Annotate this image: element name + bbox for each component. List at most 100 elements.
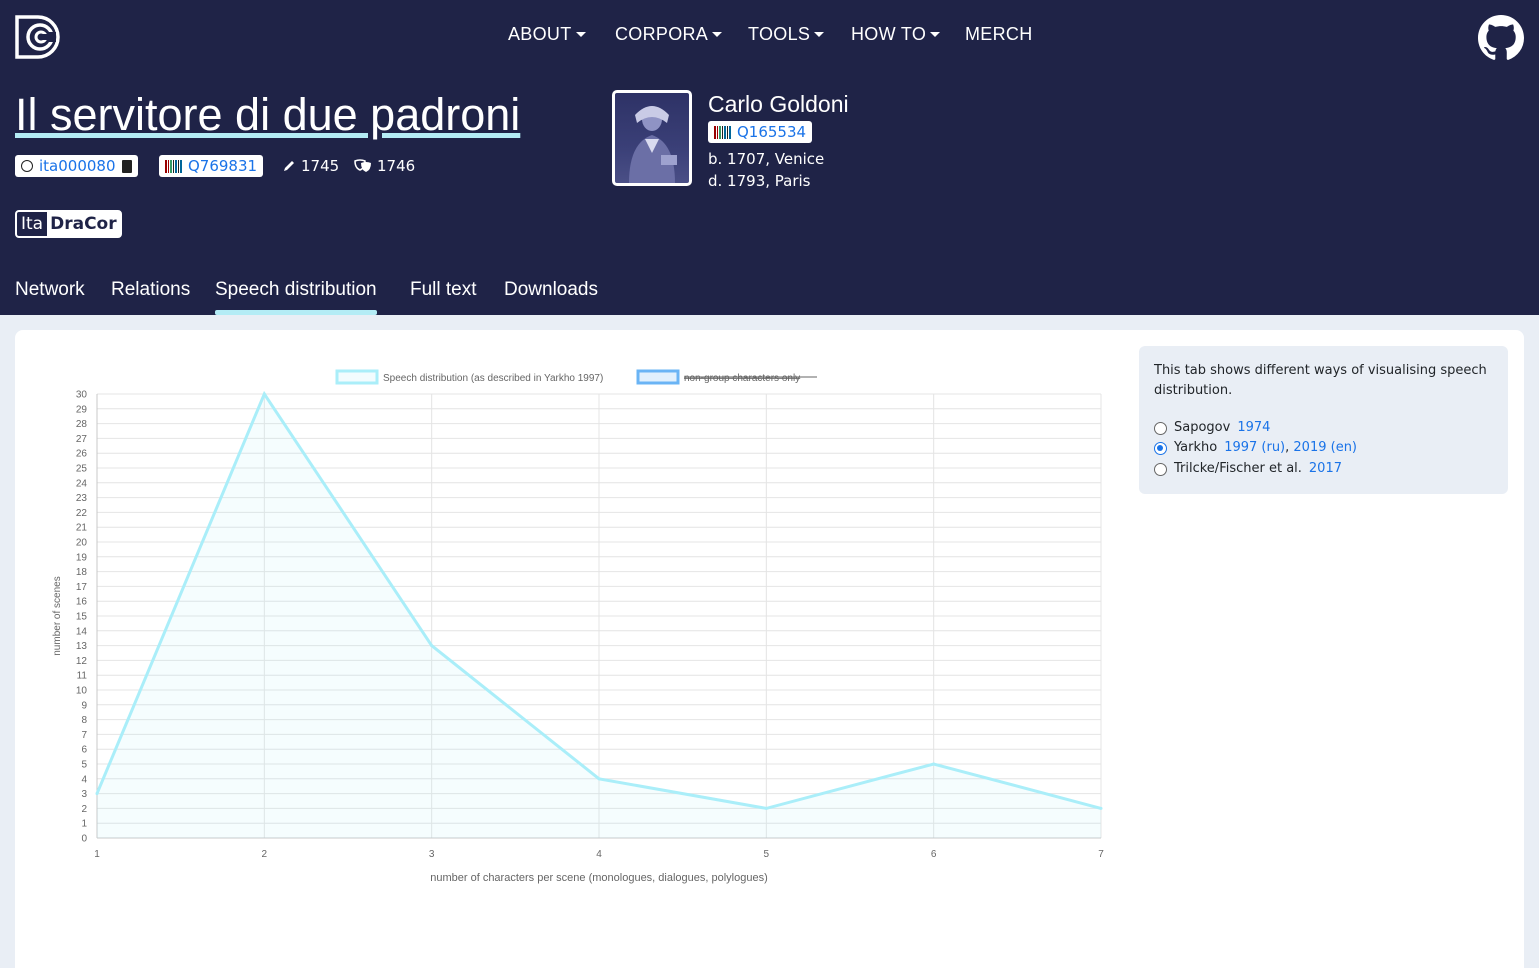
y-tick-label: 0 (81, 834, 87, 845)
y-tick-label: 9 (81, 700, 87, 711)
y-tick-label: 15 (76, 612, 88, 623)
y-tick-label: 30 (76, 390, 88, 401)
data-point (597, 777, 601, 781)
x-tick-label: 2 (262, 849, 268, 860)
y-tick-label: 3 (81, 789, 87, 800)
y-tick-label: 17 (76, 582, 88, 593)
radio-trilcke-fischer[interactable] (1154, 462, 1167, 476)
page-title: Il servitore di due padroni (15, 89, 521, 140)
legend-label-speech-distribution: Speech distribution (as described in Yar… (383, 373, 603, 384)
y-tick-label: 29 (76, 404, 88, 415)
active-tab-indicator (215, 310, 377, 315)
y-tick-label: 28 (76, 419, 88, 430)
nav-label: HOW TO (851, 24, 927, 44)
y-tick-label: 19 (76, 552, 88, 563)
legend-swatch-non-group (636, 369, 680, 385)
author-portrait (612, 90, 692, 186)
corpus-badge[interactable]: Ita DraCor (15, 210, 122, 238)
tab-relations[interactable]: Relations (111, 279, 190, 301)
nav-item-about[interactable]: ABOUT (508, 24, 586, 45)
github-icon[interactable] (1478, 15, 1524, 61)
chevron-down-icon (575, 32, 586, 37)
author-birth: b. 1707, Venice (708, 150, 825, 168)
info-panel: This tab shows different ways of visuali… (1139, 346, 1508, 494)
wikidata-id: Q769831 (188, 157, 258, 175)
x-axis-label: number of characters per scene (monologu… (430, 872, 768, 884)
author-death: d. 1793, Paris (708, 172, 811, 190)
author-wikidata-chip[interactable]: Q165534 (708, 121, 813, 143)
x-tick-label: 1 (94, 849, 100, 860)
info-description: This tab shows different ways of visuali… (1154, 363, 1487, 398)
clipboard-icon[interactable] (121, 159, 132, 173)
nav-label: CORPORA (615, 24, 709, 44)
author-wikidata-id: Q165534 (737, 123, 807, 141)
option-link[interactable]: 2019 (en) (1293, 438, 1357, 458)
portrait-image (629, 106, 677, 183)
play-id-chip[interactable]: ita000080 (15, 155, 138, 177)
tab-label: Network (15, 279, 85, 300)
option-trilcke-fischer[interactable]: Trilcke/Fischer et al. 2017 (1154, 459, 1342, 479)
legend-label-non-group: non-group characters only (684, 373, 800, 384)
corpus-prefix: Ita (17, 212, 48, 236)
written-year-value: 1745 (301, 157, 340, 175)
option-link[interactable]: 1997 (ru) (1224, 438, 1285, 458)
option-yarkho[interactable]: Yarkho 1997 (ru), 2019 (en) (1154, 438, 1357, 458)
y-tick-label: 20 (76, 538, 88, 549)
radio-yarkho[interactable] (1154, 441, 1167, 455)
y-tick-label: 1 (81, 819, 87, 830)
dracor-logo-icon[interactable] (14, 14, 60, 60)
wikidata-chip[interactable]: Q769831 (159, 155, 264, 177)
nav-item-how-to[interactable]: HOW TO (851, 24, 941, 45)
data-point (95, 792, 99, 796)
dracor-id-icon (21, 160, 33, 172)
wikidata-icon (714, 125, 731, 139)
play-id: ita000080 (39, 157, 116, 175)
author-life-dates: b. 1707, Venice d. 1793, Paris (708, 148, 824, 192)
y-tick-label: 24 (76, 478, 88, 489)
tab-network[interactable]: Network (15, 279, 85, 301)
nav-label: ABOUT (508, 24, 572, 44)
written-year: 1745 (282, 155, 339, 177)
nav-label: MERCH (965, 24, 1033, 44)
wikidata-icon (165, 159, 182, 173)
tab-speech-distribution[interactable]: Speech distribution (215, 279, 377, 315)
premiere-year-value: 1746 (377, 157, 416, 175)
y-tick-label: 4 (81, 774, 87, 785)
nav-item-corpora[interactable]: CORPORA (615, 24, 723, 45)
option-link[interactable]: 2017 (1309, 459, 1342, 479)
x-tick-label: 5 (764, 849, 770, 860)
tab-full-text[interactable]: Full text (410, 279, 477, 301)
y-tick-label: 11 (77, 671, 88, 682)
nav-label: TOOLS (748, 24, 811, 44)
option-name: Yarkho (1174, 440, 1218, 455)
y-tick-label: 27 (76, 434, 88, 445)
chevron-down-icon (712, 32, 723, 37)
tab-downloads[interactable]: Downloads (504, 279, 598, 301)
y-tick-label: 14 (76, 626, 88, 637)
option-link[interactable]: 1974 (1237, 418, 1270, 438)
nav-item-tools[interactable]: TOOLS (748, 24, 825, 45)
y-tick-label: 5 (81, 760, 87, 771)
site-header: ABOUT CORPORA TOOLS HOW TO MERCH Il serv… (0, 0, 1539, 315)
corpus-name: DraCor (50, 214, 117, 234)
chevron-down-icon (814, 32, 825, 37)
tab-label: Full text (410, 279, 477, 300)
x-tick-label: 3 (429, 849, 435, 860)
option-links: 1997 (ru), 2019 (en) (1224, 438, 1357, 458)
link-separator: , (1285, 440, 1294, 455)
radio-sapogov[interactable] (1154, 421, 1167, 435)
nav-item-merch[interactable]: MERCH (965, 24, 1033, 45)
y-tick-label: 13 (76, 641, 88, 652)
theater-masks-icon (354, 159, 371, 172)
option-name: Trilcke/Fischer et al. (1174, 461, 1302, 476)
premiere-year: 1746 (354, 155, 415, 177)
y-tick-label: 10 (76, 686, 88, 697)
x-tick-label: 6 (931, 849, 937, 860)
data-point (764, 806, 768, 810)
y-tick-label: 26 (76, 449, 88, 460)
data-point (430, 644, 434, 648)
y-tick-label: 7 (81, 730, 87, 741)
option-name: Sapogov (1174, 420, 1231, 435)
x-tick-label: 4 (596, 849, 602, 860)
option-sapogov[interactable]: Sapogov 1974 (1154, 418, 1270, 438)
